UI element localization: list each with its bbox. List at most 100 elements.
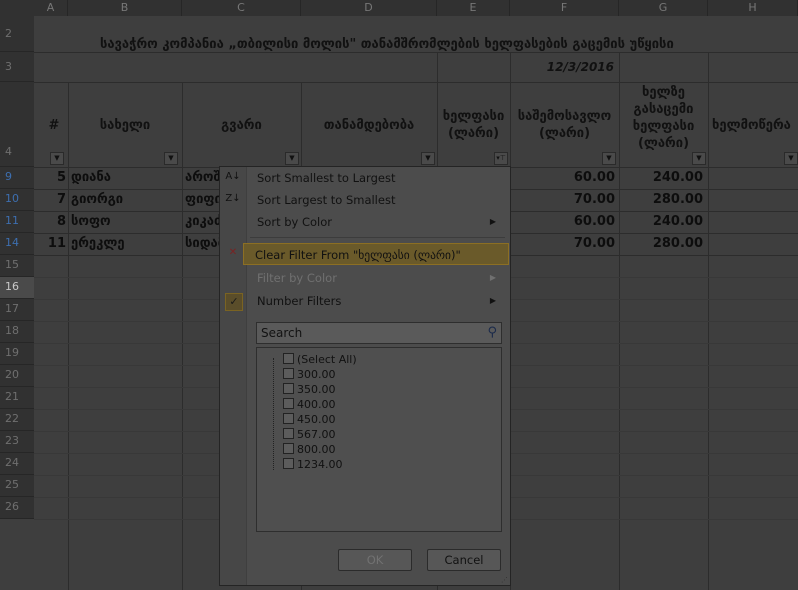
filter-dropdown-button[interactable]: ▼ <box>421 152 435 165</box>
row-header[interactable]: 25 <box>0 475 34 497</box>
checkbox[interactable] <box>283 368 294 379</box>
header-surname[interactable]: გვარი <box>182 117 301 134</box>
filter-value-label: 1234.00 <box>297 458 343 471</box>
filter-dropdown-button[interactable]: ▼ <box>692 152 706 165</box>
row-header[interactable]: 9 <box>0 167 34 189</box>
row-number-cell[interactable]: 8 <box>34 211 66 233</box>
filter-value-label: 800.00 <box>297 443 336 456</box>
filter-dropdown-button[interactable]: ▼ <box>602 152 616 165</box>
row-header[interactable]: 15 <box>0 255 34 277</box>
income-tax-cell[interactable]: 70.00 <box>511 189 615 211</box>
filter-values-list[interactable]: (Select All) 300.00 350.00 400.00 450.00… <box>256 347 502 532</box>
row-header[interactable]: 10 <box>0 189 34 211</box>
header-name[interactable]: სახელი <box>68 117 182 134</box>
checkbox[interactable] <box>283 353 294 364</box>
row-header[interactable]: 22 <box>0 409 34 431</box>
row-header[interactable]: 16 <box>0 277 34 299</box>
income-tax-cell[interactable]: 60.00 <box>511 211 615 233</box>
filter-value-item[interactable]: 300.00 <box>283 367 336 382</box>
menu-item-filter-by-color[interactable]: Filter by Color ▶ <box>246 267 508 289</box>
name-cell[interactable]: ერეკლე <box>71 233 125 255</box>
filter-value-item[interactable]: 450.00 <box>283 412 336 427</box>
row-header[interactable]: 17 <box>0 299 34 321</box>
row-header[interactable]: 26 <box>0 497 34 519</box>
row-header[interactable]: 11 <box>0 211 34 233</box>
header-number[interactable]: # <box>44 117 64 134</box>
submenu-arrow-icon: ▶ <box>489 273 496 282</box>
column-header-g[interactable]: G <box>619 0 708 16</box>
surname-cell[interactable]: ფიფი <box>185 189 219 211</box>
sheet-date[interactable]: 12/3/2016 <box>510 60 614 74</box>
checkbox[interactable] <box>283 443 294 454</box>
header-salary[interactable]: ხელფასი (ლარი) <box>437 108 510 142</box>
row-header[interactable]: 2 <box>0 16 34 52</box>
header-position[interactable]: თანამდებობა <box>301 117 437 134</box>
income-tax-cell[interactable]: 60.00 <box>511 167 615 189</box>
row-header[interactable]: 23 <box>0 431 34 453</box>
row-header[interactable]: 19 <box>0 343 34 365</box>
net-salary-cell[interactable]: 280.00 <box>619 189 703 211</box>
net-salary-cell[interactable]: 240.00 <box>619 211 703 233</box>
resize-grip-icon[interactable]: ⋰ <box>501 576 508 584</box>
menu-item-sort-descending[interactable]: Sort Largest to Smallest <box>246 189 508 211</box>
row-header[interactable]: 20 <box>0 365 34 387</box>
header-signature[interactable]: ხელმოწერა <box>708 117 798 134</box>
net-salary-cell[interactable]: 240.00 <box>619 167 703 189</box>
checkbox[interactable] <box>283 458 294 469</box>
checkbox[interactable] <box>283 398 294 409</box>
row-header[interactable]: 4 <box>0 82 34 167</box>
column-header-e[interactable]: E <box>437 0 510 16</box>
row-header[interactable]: 3 <box>0 52 34 82</box>
income-tax-cell[interactable]: 70.00 <box>511 233 615 255</box>
row-header[interactable]: 21 <box>0 387 34 409</box>
surname-cell[interactable]: აროშ <box>185 167 219 189</box>
row-header[interactable]: 18 <box>0 321 34 343</box>
menu-item-clear-filter[interactable]: Clear Filter From "ხელფასი (ლარი)" <box>243 243 509 265</box>
surname-cell[interactable]: სიდამ <box>185 233 219 255</box>
menu-item-sort-by-color[interactable]: Sort by Color ▶ <box>246 211 508 233</box>
active-filter-button[interactable]: ▾⊤ <box>494 152 508 165</box>
row-number-cell[interactable]: 5 <box>34 167 66 189</box>
menu-item-number-filters[interactable]: Number Filters ▶ <box>246 290 508 312</box>
filter-value-item[interactable]: 400.00 <box>283 397 336 412</box>
submenu-arrow-icon: ▶ <box>489 296 496 305</box>
column-header-d[interactable]: D <box>301 0 437 16</box>
row-number-cell[interactable]: 11 <box>34 233 66 255</box>
name-cell[interactable]: გიორგი <box>71 189 123 211</box>
checkbox[interactable] <box>283 383 294 394</box>
filter-value-item[interactable]: 350.00 <box>283 382 336 397</box>
filter-dropdown-button[interactable]: ▼ <box>285 152 299 165</box>
header-net-salary-line: (ლარი) <box>637 136 690 151</box>
select-all-corner[interactable] <box>0 0 35 16</box>
row-number-cell[interactable]: 7 <box>34 189 66 211</box>
row-header[interactable]: 24 <box>0 453 34 475</box>
filter-value-item[interactable]: 567.00 <box>283 427 336 442</box>
column-header-h[interactable]: H <box>708 0 798 16</box>
surname-cell[interactable]: კიკაძ <box>185 211 219 233</box>
checkbox[interactable] <box>283 413 294 424</box>
name-cell[interactable]: დიანა <box>71 167 111 189</box>
net-salary-cell[interactable]: 280.00 <box>619 233 703 255</box>
filter-value-item[interactable]: (Select All) <box>283 352 357 367</box>
column-header-c[interactable]: C <box>182 0 301 16</box>
header-net-salary[interactable]: ხელზე გასაცემი ხელფასი (ლარი) <box>619 84 708 152</box>
header-income-tax[interactable]: საშემოსავლო (ლარი) <box>510 108 619 142</box>
filter-value-item[interactable]: 1234.00 <box>283 457 343 472</box>
filter-dropdown-button[interactable]: ▼ <box>164 152 178 165</box>
header-net-salary-line: გასაცემი <box>633 102 694 117</box>
autofilter-menu: A↓ Sort Smallest to Largest Z↓ Sort Larg… <box>219 166 511 586</box>
checkbox[interactable] <box>283 428 294 439</box>
column-header-f[interactable]: F <box>510 0 619 16</box>
filter-dropdown-button[interactable]: ▼ <box>50 152 64 165</box>
row-header[interactable]: 14 <box>0 233 34 255</box>
name-cell[interactable]: სოფო <box>71 211 111 233</box>
ok-button[interactable]: OK <box>338 549 412 571</box>
filter-dropdown-button[interactable]: ▼ <box>784 152 798 165</box>
cancel-button[interactable]: Cancel <box>427 549 501 571</box>
menu-item-sort-ascending[interactable]: Sort Smallest to Largest <box>246 167 508 189</box>
filter-value-item[interactable]: 800.00 <box>283 442 336 457</box>
filter-search-input[interactable]: Search ⚲ <box>256 322 502 344</box>
column-header-b[interactable]: B <box>68 0 182 16</box>
column-header-a[interactable]: A <box>34 0 68 16</box>
sheet-title[interactable]: სავაჭრო კომპანია „თბილისი მოლის" თანამშრ… <box>100 36 780 54</box>
